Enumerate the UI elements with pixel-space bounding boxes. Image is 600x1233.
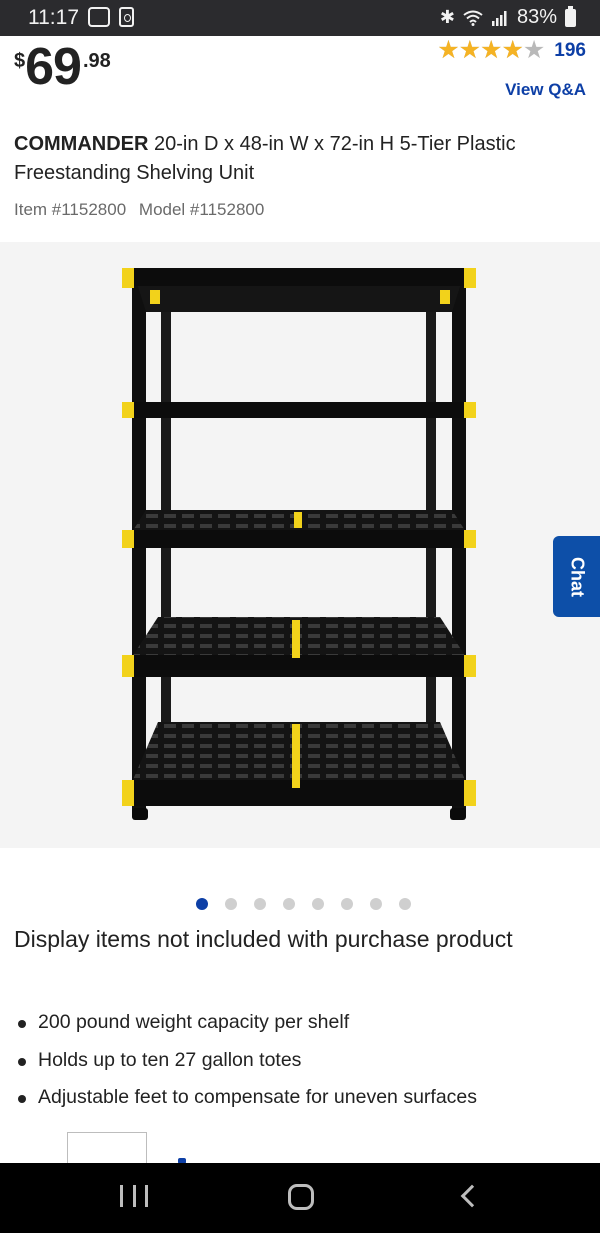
carousel-dot[interactable]	[283, 898, 295, 910]
review-count-link[interactable]: 196	[554, 40, 586, 62]
price-cents: .98	[82, 50, 111, 72]
stars-filled: ★★★★★	[437, 38, 523, 63]
carousel-dot[interactable]	[370, 898, 382, 910]
wifi-icon	[463, 10, 483, 26]
carousel-dot[interactable]	[254, 898, 266, 910]
item-number: Item #1152800	[14, 200, 127, 219]
navigation-bar	[0, 1163, 600, 1233]
carousel-dot[interactable]	[225, 898, 237, 910]
product-title: COMMANDER 20-in D x 48-in W x 72-in H 5-…	[14, 130, 574, 188]
feature-item: Holds up to ten 27 gallon totes	[14, 1042, 477, 1080]
sim-icon	[119, 7, 134, 27]
product-brand: COMMANDER	[14, 133, 149, 155]
carousel-dot[interactable]	[399, 898, 411, 910]
notification-icon	[88, 7, 110, 27]
battery-icon	[565, 5, 576, 27]
battery-percent: 83%	[516, 6, 557, 28]
back-icon[interactable]	[460, 1184, 484, 1208]
feature-list: 200 pound weight capacity per shelf Hold…	[14, 1004, 477, 1117]
price-dollars: 69	[25, 38, 82, 96]
chat-label: Chat	[567, 556, 587, 597]
star-rating-icon: ★★★★★ ★★★★★	[437, 38, 545, 63]
clock: 11:17	[28, 6, 79, 29]
product-image[interactable]	[0, 242, 600, 848]
shelving-unit-image	[122, 268, 476, 820]
feature-item: Adjustable feet to compensate for uneven…	[14, 1079, 477, 1117]
price: $ 69 .98	[14, 40, 111, 94]
display-note: Display items not included with purchase…	[14, 926, 513, 952]
view-qa-link[interactable]: View Q&A	[505, 80, 586, 100]
rating[interactable]: ★★★★★ ★★★★★ 196	[437, 38, 586, 63]
model-number: Model #1152800	[138, 200, 265, 219]
signal-icon	[491, 10, 507, 26]
recents-icon[interactable]	[120, 1185, 148, 1207]
carousel-dot[interactable]	[341, 898, 353, 910]
carousel-dot[interactable]	[196, 898, 208, 910]
bluetooth-icon: ✱	[439, 7, 455, 27]
feature-item: 200 pound weight capacity per shelf	[14, 1004, 477, 1042]
carousel-dots	[0, 898, 600, 910]
status-right: ✱ 83%	[439, 5, 576, 29]
item-model-line: Item #1152800 Model #1152800	[14, 200, 264, 220]
price-currency: $	[14, 50, 26, 72]
status-bar: 11:17 ✱ 83%	[0, 0, 600, 36]
carousel-dot[interactable]	[312, 898, 324, 910]
chat-button[interactable]: Chat	[553, 536, 600, 617]
home-icon[interactable]	[288, 1184, 314, 1210]
